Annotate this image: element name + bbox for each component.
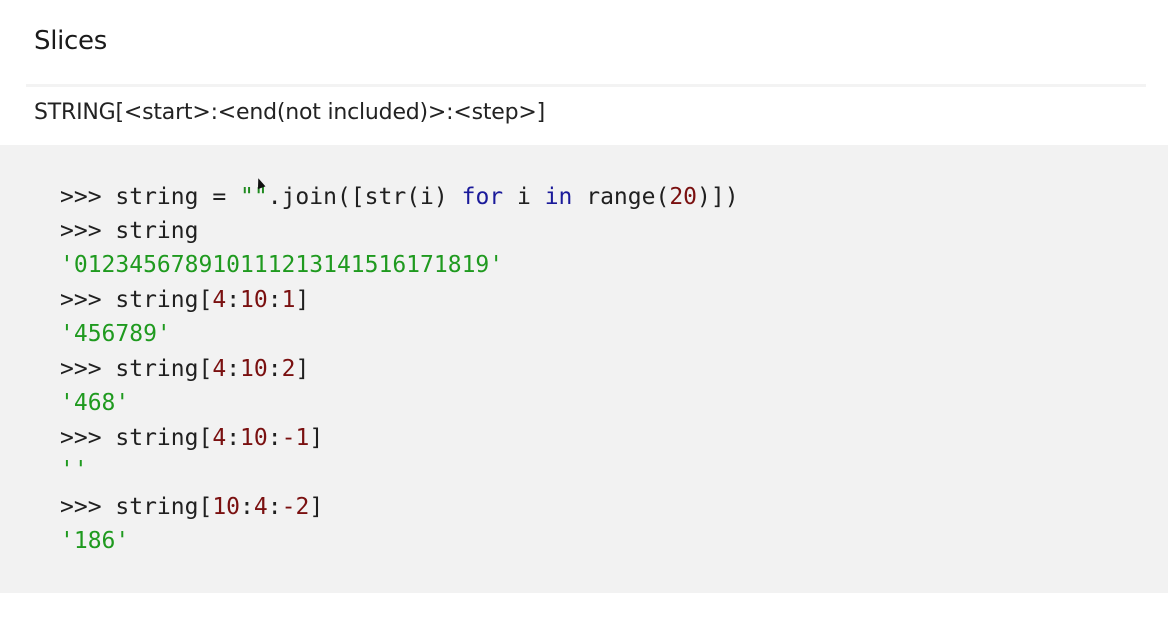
code-text: )]) (697, 184, 739, 210)
code-text: string[ (115, 425, 213, 451)
code-line-join: >>> string = "".join([str(i) for i in ra… (60, 181, 739, 213)
keyword-for: for (461, 184, 504, 210)
output-line: '468' (60, 390, 130, 416)
code-text: string[ (115, 356, 213, 382)
code-text: ] (309, 494, 324, 520)
code-line-slice: >>> string[4:10:-1] (60, 422, 323, 454)
code-cell[interactable]: >>> string = "".join([str(i) for i in ra… (0, 145, 1168, 593)
output-line: '' (60, 457, 88, 483)
colon: : (226, 287, 241, 313)
slice-start: 4 (212, 356, 227, 382)
prompt: >>> (60, 425, 116, 451)
colon: : (267, 425, 282, 451)
slice-step: -2 (281, 494, 310, 520)
colon: : (226, 425, 241, 451)
colon: : (226, 356, 241, 382)
prompt: >>> (60, 356, 116, 382)
code-text: range( (572, 184, 670, 210)
prompt: >>> (60, 184, 116, 210)
code-text: .join([str(i) (267, 184, 462, 210)
notebook-page: Slices STRING[<start>:<end(not included)… (0, 0, 1168, 619)
prompt: >>> (60, 287, 116, 313)
keyword-in: in (544, 184, 573, 210)
code-line-slice: >>> string[10:4:-2] (60, 491, 323, 523)
slice-start: 10 (212, 494, 241, 520)
slice-end: 10 (240, 425, 268, 451)
output-line: '186' (60, 528, 130, 554)
code-text: string = (115, 184, 241, 210)
slice-step: 1 (281, 287, 296, 313)
output-line: '012345678910111213141516171819' (60, 252, 504, 278)
code-line-string: >>> string (60, 215, 198, 247)
colon: : (267, 356, 282, 382)
code-text: string (115, 218, 199, 244)
section-title: Slices (34, 26, 107, 56)
slice-end: 10 (240, 356, 268, 382)
code-line-slice: >>> string[4:10:2] (60, 353, 309, 385)
slice-start: 4 (212, 425, 227, 451)
slice-end: 4 (253, 494, 268, 520)
markdown-syntax-cell[interactable]: STRING[<start>:<end(not included)>:<step… (0, 87, 1168, 145)
colon: : (267, 494, 282, 520)
code-text: string[ (115, 494, 213, 520)
number-literal: 20 (669, 184, 698, 210)
output-line: '456789' (60, 321, 171, 347)
slice-step: 2 (281, 356, 296, 382)
slice-syntax-text: STRING[<start>:<end(not included)>:<step… (34, 100, 546, 125)
code-text: ] (295, 287, 310, 313)
prompt: >>> (60, 494, 116, 520)
code-text: i (503, 184, 545, 210)
slice-step: -1 (281, 425, 310, 451)
string-literal: "" (240, 184, 268, 210)
colon: : (267, 287, 282, 313)
colon: : (240, 494, 254, 520)
prompt: >>> (60, 218, 116, 244)
code-text: ] (309, 425, 324, 451)
slice-start: 4 (212, 287, 227, 313)
slice-end: 10 (240, 287, 268, 313)
markdown-heading-cell[interactable]: Slices (0, 0, 1168, 86)
code-text: ] (295, 356, 310, 382)
code-text: string[ (115, 287, 213, 313)
code-line-slice: >>> string[4:10:1] (60, 284, 309, 316)
